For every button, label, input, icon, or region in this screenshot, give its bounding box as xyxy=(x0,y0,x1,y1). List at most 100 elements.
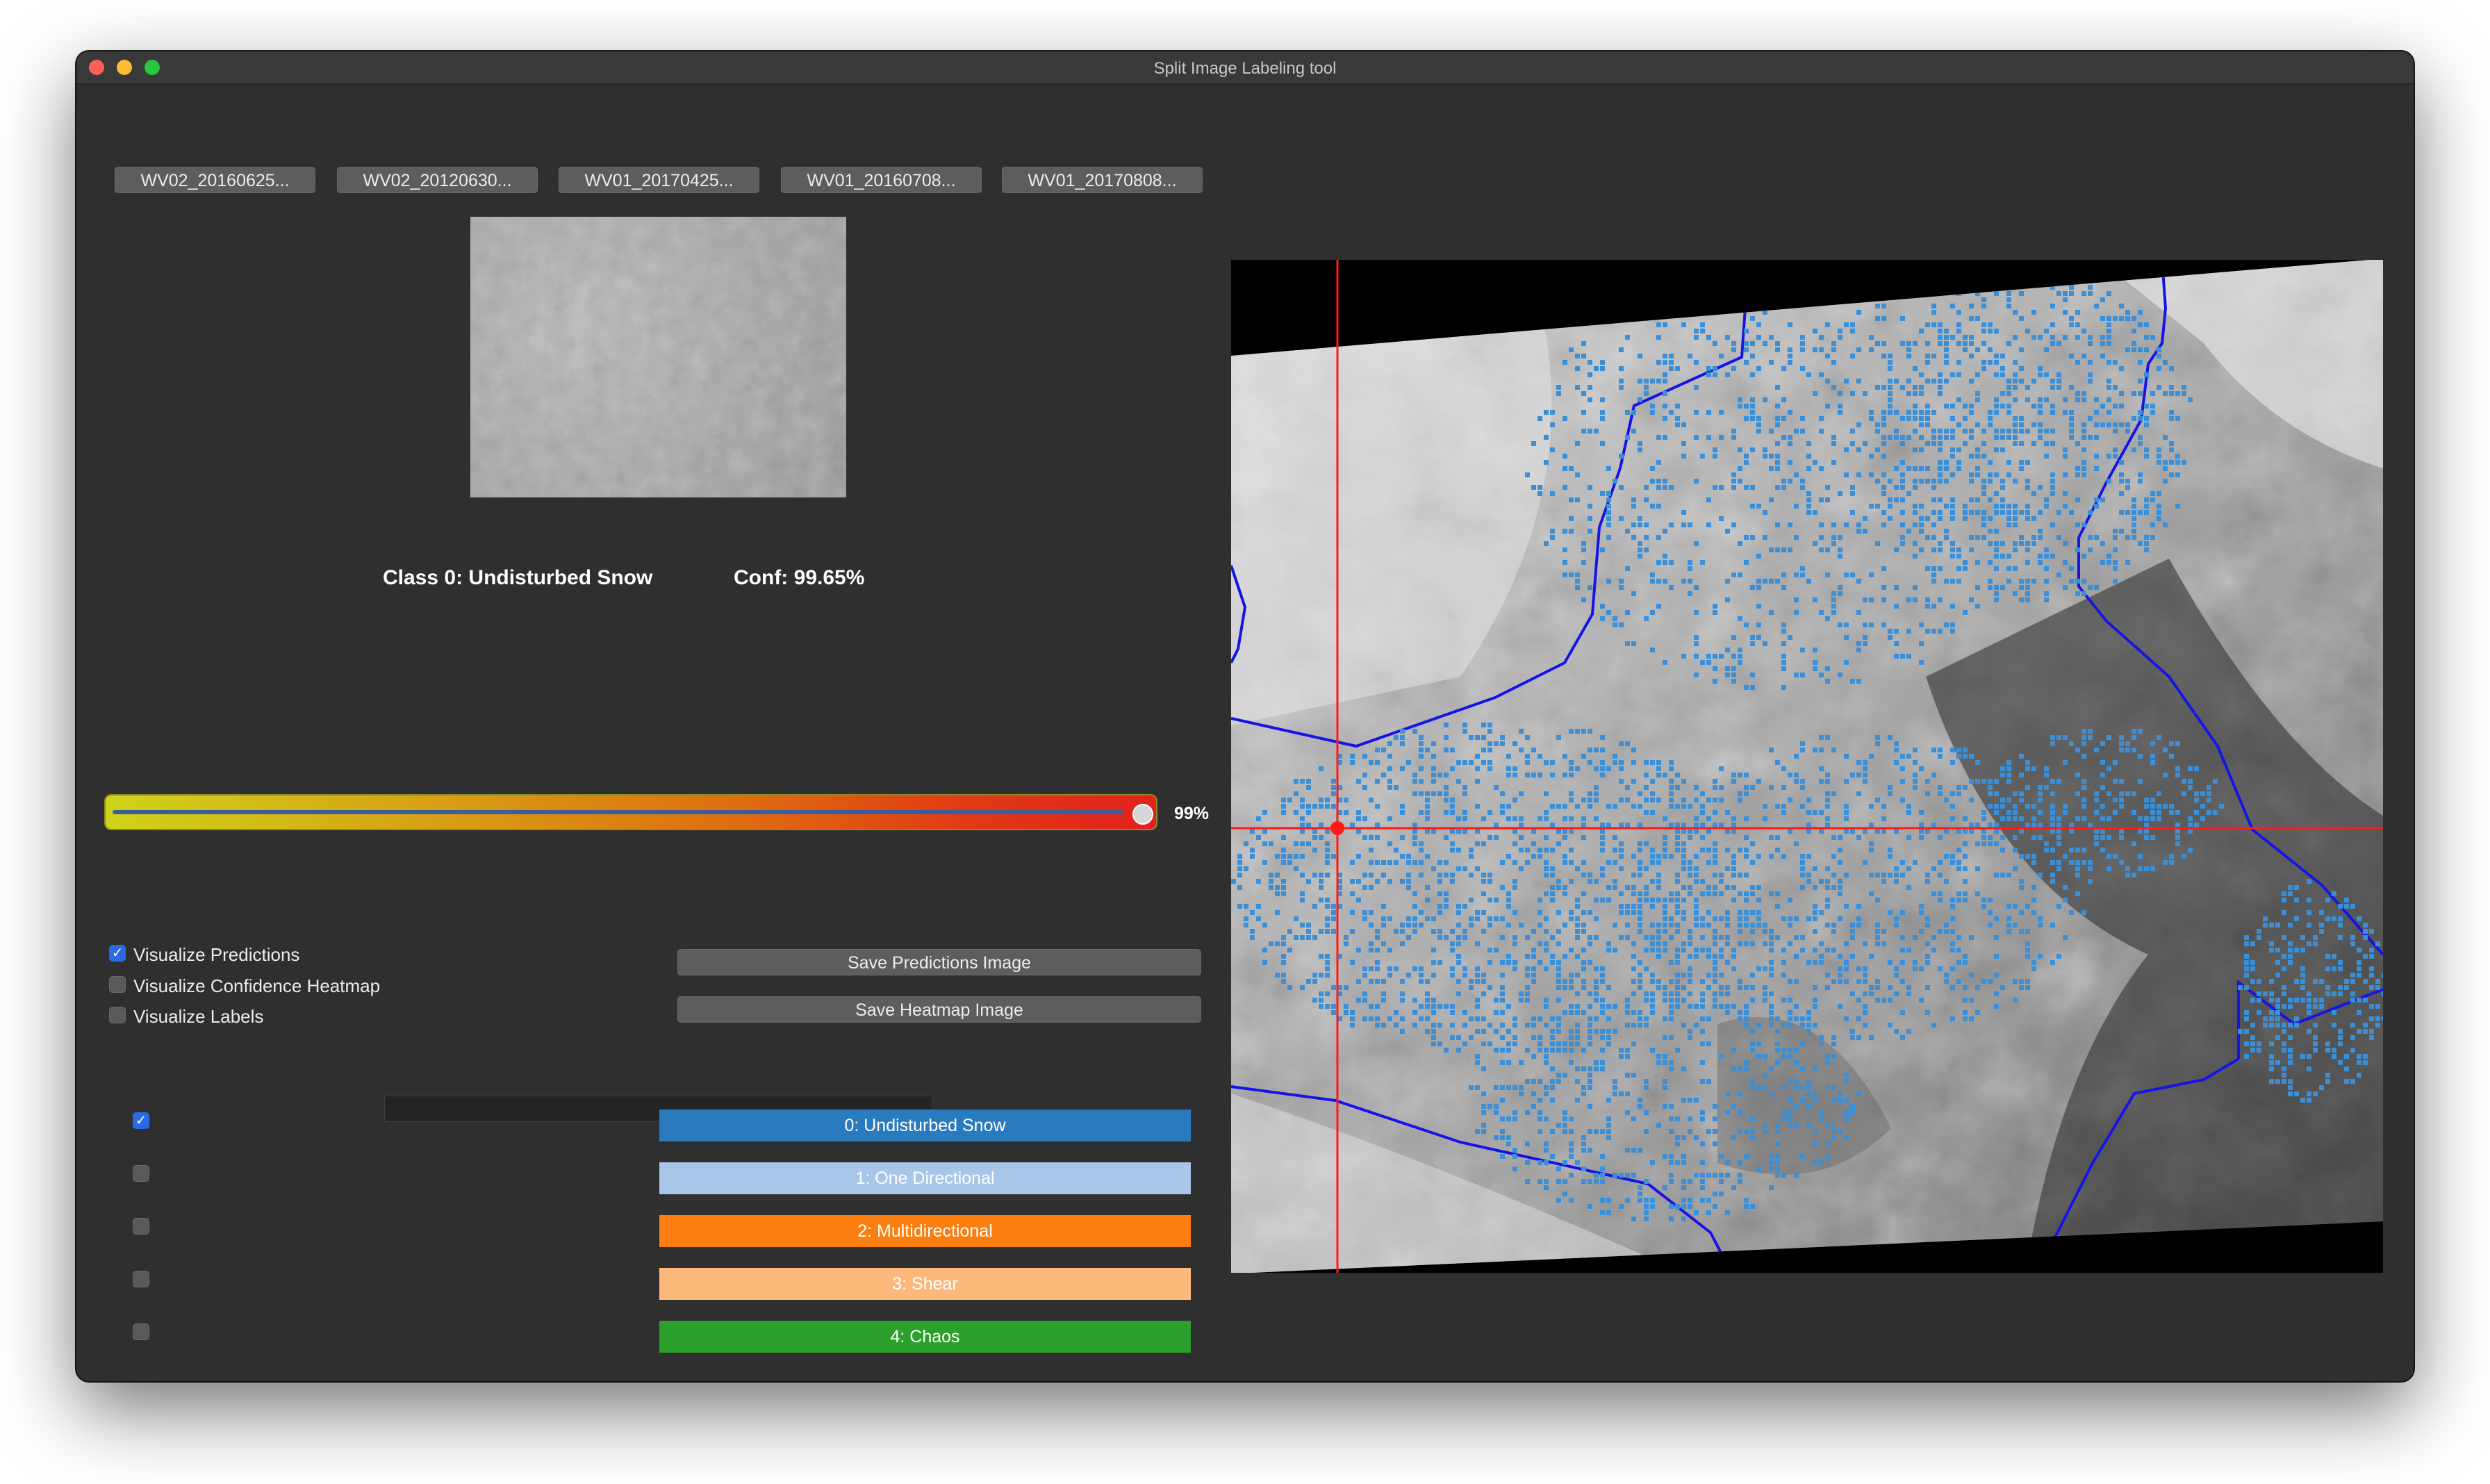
class-2-button[interactable]: 2: Multidirectional xyxy=(659,1215,1191,1247)
prediction-mark xyxy=(1269,873,1273,877)
save-predictions-button[interactable]: Save Predictions Image xyxy=(677,949,1201,975)
prediction-mark xyxy=(1563,454,1567,459)
class-1-button[interactable]: 1: One Directional xyxy=(659,1162,1191,1194)
image-tab-4[interactable]: WV01_20160708... xyxy=(781,167,982,193)
prediction-mark xyxy=(1537,910,1542,915)
class-3-checkbox[interactable] xyxy=(133,1271,149,1287)
prediction-mark xyxy=(1925,923,1930,928)
prediction-mark xyxy=(1575,1160,1580,1165)
visualize-labels-checkbox[interactable] xyxy=(109,1007,126,1023)
prediction-mark xyxy=(2038,397,2043,402)
prediction-mark xyxy=(1681,1154,1686,1159)
class-2-checkbox[interactable] xyxy=(133,1218,149,1235)
prediction-mark xyxy=(2000,391,2005,396)
prediction-mark xyxy=(1550,1048,1555,1053)
prediction-mark xyxy=(1475,779,1480,784)
prediction-mark xyxy=(1738,916,1742,921)
prediction-mark xyxy=(2350,1035,2355,1040)
prediction-mark xyxy=(1906,654,1911,659)
image-tab-5[interactable]: WV01_20170808... xyxy=(1002,167,1203,193)
prediction-mark xyxy=(2069,291,2074,296)
prediction-mark xyxy=(1619,623,1624,627)
prediction-mark xyxy=(2150,491,2155,496)
prediction-mark xyxy=(2044,591,2049,596)
prediction-mark xyxy=(1456,1048,1461,1053)
prediction-mark xyxy=(1775,1041,1780,1046)
prediction-mark xyxy=(1669,935,1674,940)
satellite-image-view[interactable] xyxy=(1231,260,2383,1273)
prediction-mark xyxy=(1475,1129,1480,1134)
prediction-mark xyxy=(1588,1004,1592,1009)
prediction-mark xyxy=(1306,923,1311,928)
visualize-predictions-checkbox[interactable]: ✓ xyxy=(109,945,126,962)
prediction-mark xyxy=(1425,1029,1430,1034)
prediction-mark xyxy=(1537,1160,1542,1165)
prediction-mark xyxy=(2000,510,2005,515)
image-tab-1[interactable]: WV02_20160625... xyxy=(115,167,315,193)
image-tab-3[interactable]: WV01_20170425... xyxy=(559,167,759,193)
class-0-checkbox[interactable]: ✓ xyxy=(133,1112,149,1129)
prediction-mark xyxy=(1875,941,1880,946)
prediction-mark xyxy=(1569,516,1574,521)
prediction-mark xyxy=(1594,791,1599,796)
prediction-mark xyxy=(1994,410,1999,415)
visualize-heatmap-checkbox[interactable] xyxy=(109,976,126,993)
prediction-mark xyxy=(1675,954,1680,959)
prediction-mark xyxy=(1750,354,1755,358)
prediction-mark xyxy=(1475,979,1480,984)
prediction-mark xyxy=(1519,998,1524,1003)
prediction-mark xyxy=(2063,454,2068,459)
prediction-mark xyxy=(1462,810,1467,815)
prediction-mark xyxy=(1650,935,1655,940)
prediction-mark xyxy=(2100,404,2105,409)
prediction-mark xyxy=(1800,854,1805,859)
prediction-mark xyxy=(1675,835,1680,840)
class-0-button[interactable]: 0: Undisturbed Snow xyxy=(659,1110,1191,1141)
prediction-mark xyxy=(1325,960,1330,965)
prediction-mark xyxy=(1631,497,1636,502)
prediction-mark xyxy=(1481,1110,1486,1115)
prediction-mark xyxy=(1569,985,1574,990)
prediction-mark xyxy=(1456,848,1461,852)
prediction-mark xyxy=(2113,422,2118,427)
slider-handle[interactable] xyxy=(1132,804,1153,825)
class-1-checkbox[interactable] xyxy=(133,1165,149,1182)
prediction-mark xyxy=(1925,566,1930,571)
prediction-mark xyxy=(1694,1210,1699,1215)
prediction-mark xyxy=(1731,948,1736,953)
prediction-mark xyxy=(1581,1091,1586,1096)
prediction-mark xyxy=(1500,1048,1505,1053)
save-heatmap-button[interactable]: Save Heatmap Image xyxy=(677,996,1201,1023)
prediction-mark xyxy=(1700,322,1705,327)
prediction-mark xyxy=(1294,866,1298,871)
prediction-mark xyxy=(2300,985,2305,990)
prediction-mark xyxy=(1988,579,1993,584)
class-3-button[interactable]: 3: Shear xyxy=(659,1268,1191,1300)
class-4-checkbox[interactable] xyxy=(133,1324,149,1340)
prediction-mark xyxy=(1544,941,1549,946)
prediction-mark xyxy=(1750,316,1755,321)
prediction-mark xyxy=(2294,1091,2299,1096)
prediction-mark xyxy=(1850,1035,1855,1040)
prediction-mark xyxy=(2263,916,2268,921)
class-4-button[interactable]: 4: Chaos xyxy=(659,1321,1191,1353)
prediction-mark xyxy=(1425,748,1430,752)
prediction-mark xyxy=(1694,1004,1699,1009)
prediction-mark xyxy=(1387,973,1392,978)
image-tab-2[interactable]: WV02_20120630... xyxy=(337,167,538,193)
prediction-mark xyxy=(1788,479,1792,484)
prediction-mark xyxy=(1744,1004,1749,1009)
prediction-mark xyxy=(1312,979,1317,984)
prediction-mark xyxy=(1894,585,1899,590)
prediction-mark xyxy=(2025,766,2030,771)
prediction-mark xyxy=(1738,572,1742,577)
slider-rail xyxy=(113,810,1123,814)
prediction-mark xyxy=(1275,891,1280,896)
prediction-mark xyxy=(1469,854,1474,859)
prediction-mark xyxy=(2019,291,2024,296)
prediction-mark xyxy=(1931,948,1936,953)
prediction-mark xyxy=(1675,985,1680,990)
prediction-mark xyxy=(2269,979,2274,984)
prediction-mark xyxy=(1638,979,1642,984)
prediction-mark xyxy=(1700,804,1705,809)
